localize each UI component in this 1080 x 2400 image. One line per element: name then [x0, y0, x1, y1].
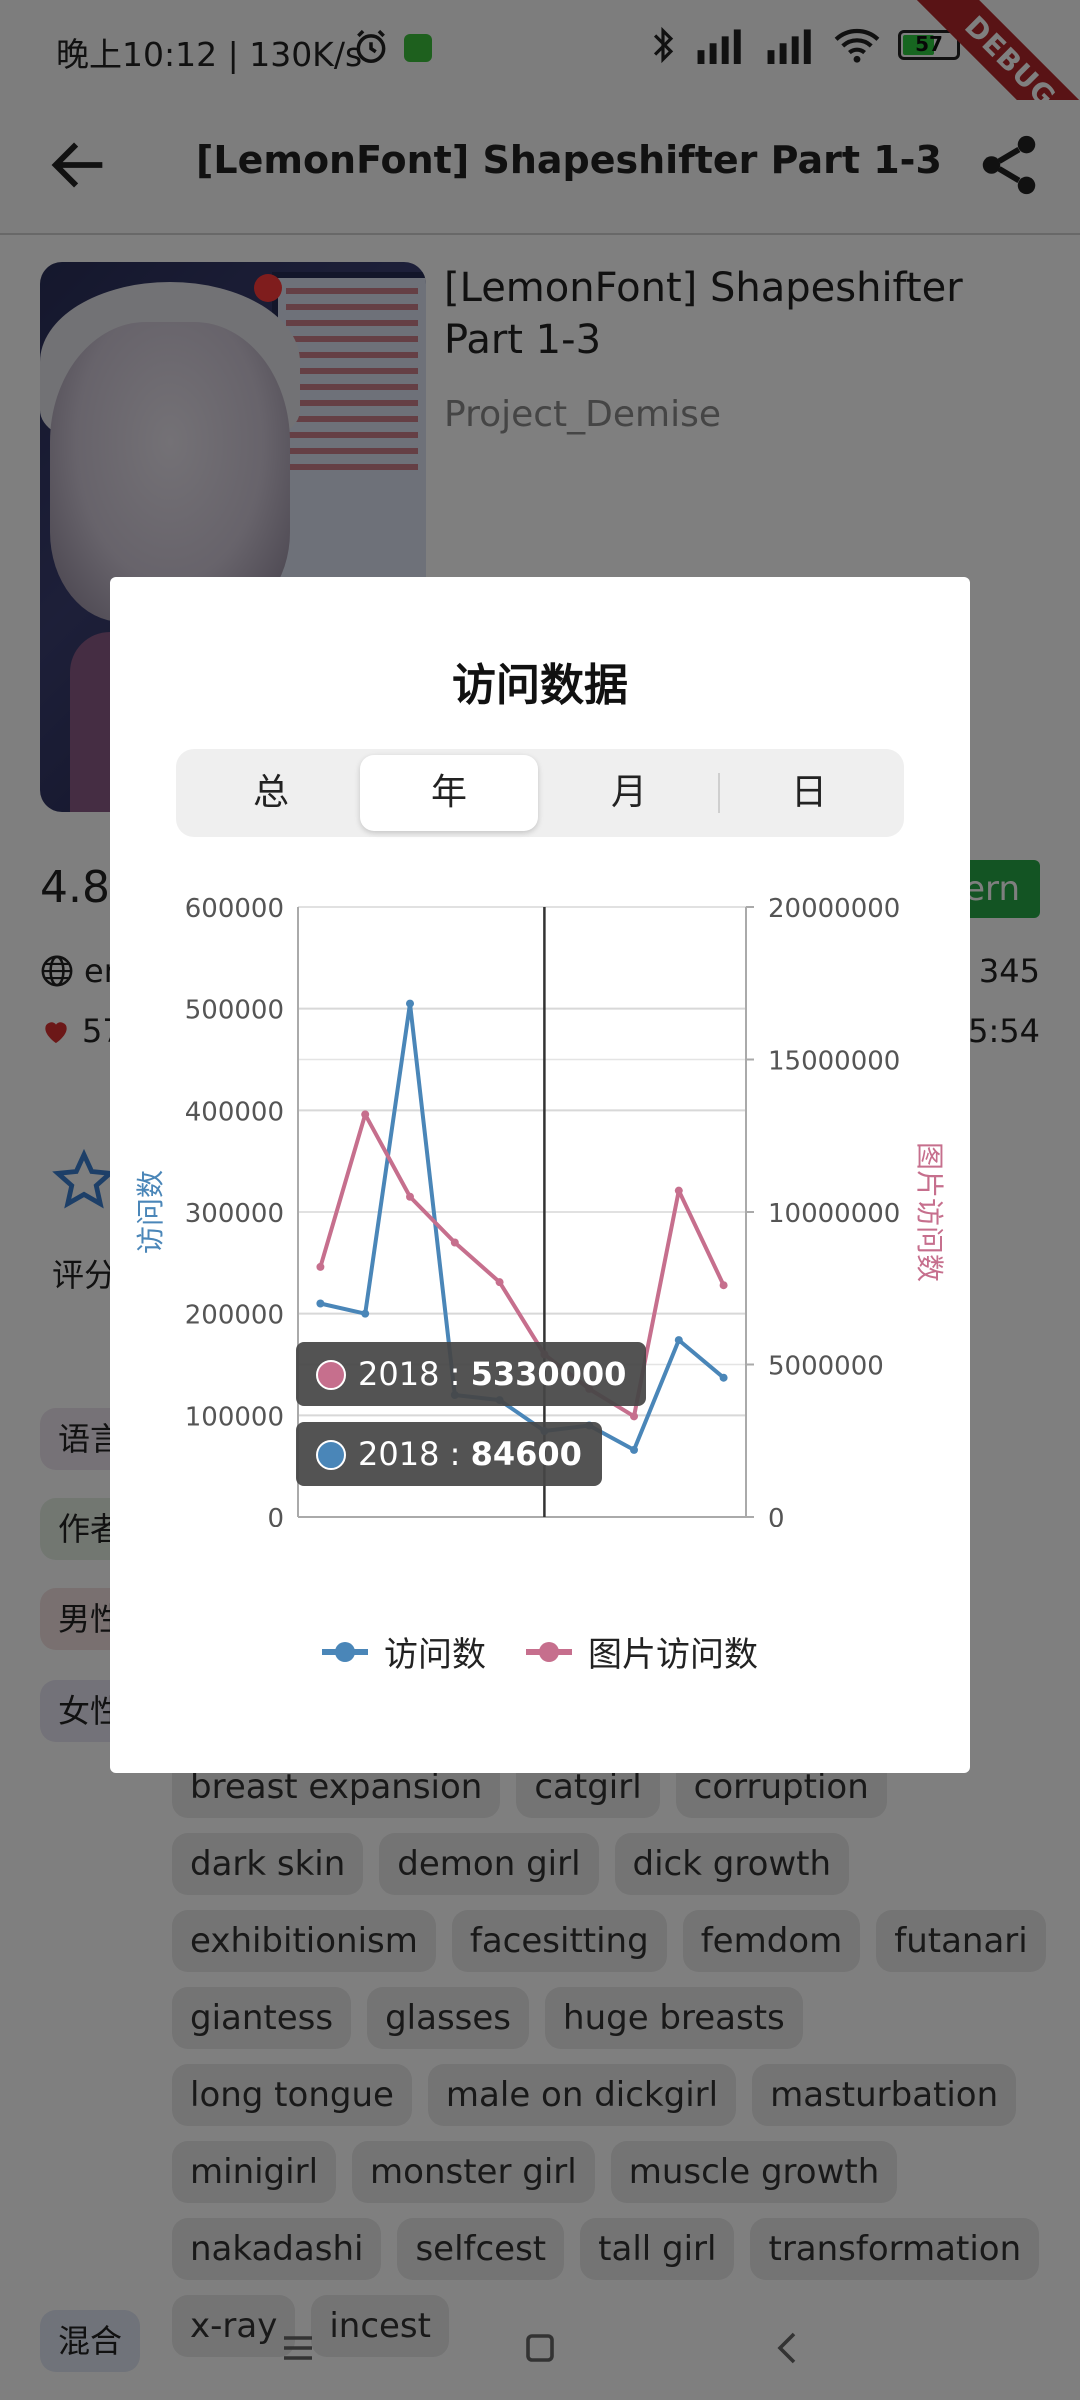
- legend-image-visits[interactable]: 图片访问数: [526, 1627, 758, 1676]
- data-point[interactable]: [719, 1373, 728, 1382]
- data-point[interactable]: [361, 1309, 370, 1318]
- y-tick-left: 100000: [185, 1402, 284, 1432]
- y-tick-left: 0: [267, 1504, 284, 1527]
- dialog-title: 访问数据: [452, 660, 628, 711]
- segment-month[interactable]: 月: [540, 755, 718, 831]
- chart-legend: 访问数 图片访问数: [110, 1627, 970, 1676]
- y-tick-right: 15000000: [768, 1047, 900, 1077]
- data-point[interactable]: [630, 1445, 638, 1454]
- tooltip-year: 2018: [358, 1355, 440, 1393]
- y-tick-left: 200000: [185, 1301, 284, 1331]
- data-point[interactable]: [630, 1412, 638, 1421]
- gallery-detail-page: 晚上10:12 | 130K/s 57 DEBUG [LemonFont] Sh…: [0, 0, 1080, 2400]
- legend-label: 图片访问数: [588, 1635, 758, 1675]
- data-point[interactable]: [674, 1186, 683, 1195]
- y-axis-title-right: 图片访问数: [913, 1142, 946, 1282]
- y-tick-left: 600000: [185, 894, 284, 924]
- segment-total[interactable]: 总: [182, 755, 360, 831]
- y-tick-right: 5000000: [768, 1352, 884, 1382]
- tooltip-value: 5330000: [470, 1355, 627, 1393]
- data-point[interactable]: [674, 1336, 683, 1345]
- data-point[interactable]: [450, 1238, 459, 1247]
- data-point[interactable]: [316, 1299, 325, 1308]
- data-point[interactable]: [406, 1192, 414, 1201]
- y-axis-title-left: 访问数: [134, 1170, 167, 1254]
- period-segmented-control: 总 年 月 日: [176, 749, 904, 837]
- tooltip-visits: 2018 : 84600: [296, 1422, 602, 1486]
- y-tick-right: 20000000: [768, 894, 900, 924]
- data-point[interactable]: [316, 1262, 325, 1271]
- y-tick-right: 10000000: [768, 1199, 900, 1229]
- tooltip-dot: [316, 1440, 346, 1470]
- y-tick-right: 0: [768, 1504, 785, 1527]
- data-point[interactable]: [719, 1281, 728, 1290]
- data-point[interactable]: [406, 999, 414, 1008]
- segment-day[interactable]: 日: [720, 755, 898, 831]
- visit-stats-dialog: 访问数据 总 年 月 日 0 100000 200000 300000 400000 50…: [110, 577, 970, 1773]
- data-point[interactable]: [361, 1110, 370, 1119]
- legend-label: 访问数: [384, 1635, 486, 1675]
- tooltip-year: 2018: [358, 1435, 440, 1473]
- y-tick-left: 500000: [185, 996, 284, 1026]
- segment-year[interactable]: 年: [360, 755, 538, 831]
- tooltip-image-visits: 2018 : 5330000: [296, 1342, 647, 1406]
- data-point[interactable]: [495, 1278, 504, 1287]
- legend-visits[interactable]: 访问数: [322, 1627, 486, 1676]
- y-tick-left: 400000: [185, 1097, 284, 1127]
- tooltip-value: 84600: [470, 1435, 582, 1473]
- tooltip-dot: [316, 1360, 346, 1390]
- y-tick-left: 300000: [185, 1199, 284, 1229]
